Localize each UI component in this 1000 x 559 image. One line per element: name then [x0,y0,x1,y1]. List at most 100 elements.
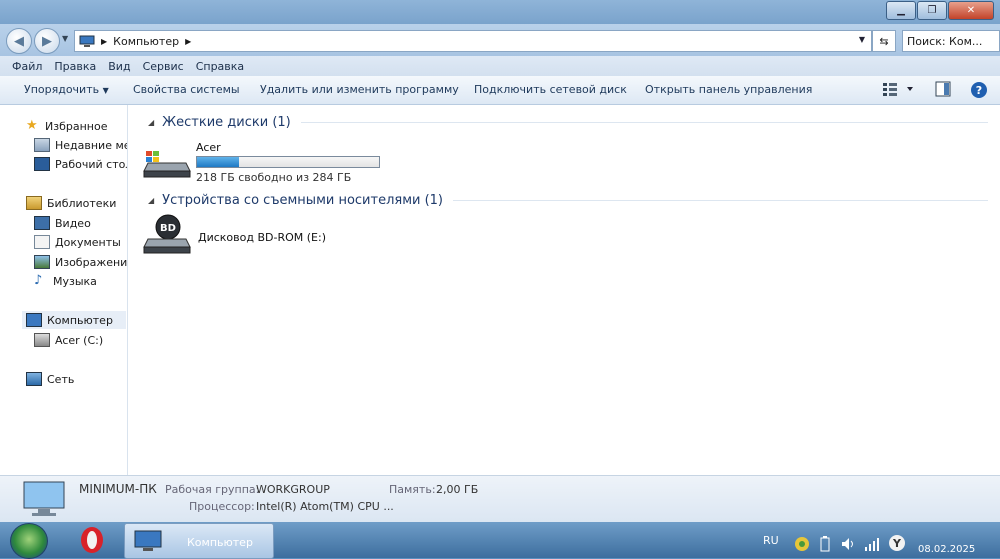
menu-file[interactable]: Файл [12,60,42,73]
sidebar-item-pictures[interactable]: Изображения [34,253,128,271]
address-dropdown-icon[interactable]: ▼ [859,35,865,44]
sidebar-item-music[interactable]: ♪ Музыка [34,272,97,290]
navigation-pane: ★ Избранное Недавние места Рабочий стол … [0,105,128,475]
sidebar-item-computer[interactable]: Компьютер [22,311,126,329]
sidebar-item-desktop[interactable]: Рабочий стол [34,155,128,173]
start-button[interactable] [10,523,48,559]
title-bar[interactable]: ▁ ❐ ✕ [0,0,1000,24]
battery-tray-icon[interactable] [820,536,830,555]
details-pane: MINIMUM-ПК Рабочая группа: WORKGROUP Пам… [0,475,1000,523]
refresh-icon: ⇆ [879,34,889,48]
preview-pane-icon [935,81,951,97]
sidebar-item-video[interactable]: Видео [34,214,91,232]
drive-c-usage-bar [196,156,380,168]
menu-view[interactable]: Вид [108,60,130,73]
sidebar-label: Рабочий стол [55,157,128,171]
memory-label: Память: [389,483,436,496]
collapse-triangle-icon[interactable]: ◢ [148,118,154,127]
language-indicator[interactable]: RU [763,534,779,547]
memory-value: 2,00 ГБ [436,483,479,496]
volume-tray-icon[interactable] [840,536,856,555]
bd-drive-name: Дисковод BD-ROM (E:) [198,231,326,244]
view-list-icon [883,83,913,96]
workgroup-value: WORKGROUP [256,483,330,496]
refresh-button[interactable]: ⇆ [872,30,896,52]
explorer-taskbar-button[interactable]: Компьютер [124,523,274,559]
yandex-browser-icon: Y [889,535,905,551]
opera-icon [81,527,103,553]
window-controls: ▁ ❐ ✕ [885,1,994,20]
explorer-window: ▁ ❐ ✕ ◀ ▶ ▼ ▶ Компьютер ▶ ▼ ⇆ Поиск: Ком… [0,0,1000,523]
uninstall-program-button[interactable]: Удалить или изменить программу [260,83,459,96]
hard-disks-group-header[interactable]: ◢ Жесткие диски (1) [148,115,988,130]
view-options-button[interactable] [882,81,916,100]
drive-c-item[interactable]: Acer (C:) 218 ГБ свободно из 284 ГБ [142,141,380,184]
system-properties-button[interactable]: Свойства системы [133,83,240,96]
open-control-panel-button[interactable]: Открыть панель управления [645,83,812,96]
removable-group-header[interactable]: ◢ Устройства со съемными носителями (1) [148,193,988,208]
breadcrumb-computer[interactable]: Компьютер [113,35,179,48]
breadcrumb-separator-icon[interactable]: ▶ [101,37,107,46]
maximize-button[interactable]: ❐ [917,1,947,20]
forward-button[interactable]: ▶ [34,28,60,54]
address-bar[interactable]: ▶ Компьютер ▶ ▼ [74,30,872,52]
group-divider [453,200,988,201]
group-title: Жесткие диски (1) [162,115,291,130]
sidebar-label: Компьютер [47,313,113,327]
cpu-label: Процессор: [189,500,255,513]
menu-help[interactable]: Справка [196,60,244,73]
clock-date[interactable]: 08.02.2025 [918,544,975,555]
yandex-tray-icon[interactable]: Y [888,534,906,555]
computer-icon [134,530,162,551]
map-network-drive-button[interactable]: Подключить сетевой диск [474,83,627,96]
sidebar-label: Acer (C:) [55,333,104,347]
organize-button[interactable]: Упорядочить ▼ [24,83,109,96]
signal-bars-icon [865,538,879,551]
sidebar-label: Библиотеки [47,196,117,210]
collapse-triangle-icon[interactable]: ◢ [148,196,154,205]
sidebar-label: Сеть [47,372,75,386]
menu-tools[interactable]: Сервис [143,60,184,73]
usage-bar-fill [197,157,239,167]
search-input[interactable]: Поиск: Ком... [902,30,1000,52]
network-tray-icon[interactable] [864,536,880,555]
bd-rom-drive-icon: BD [143,214,191,254]
computer-large-icon [23,481,65,516]
svg-text:?: ? [976,84,982,97]
menu-edit[interactable]: Правка [54,60,96,73]
sidebar-label: Избранное [45,119,108,133]
close-button[interactable]: ✕ [948,1,994,20]
sidebar-item-libraries[interactable]: Библиотеки [26,194,116,212]
libraries-icon [26,196,42,210]
documents-icon [34,235,50,249]
computer-name: MINIMUM-ПК [79,482,157,496]
sidebar-label: Видео [55,216,91,230]
back-arrow-icon: ◀ [14,33,24,49]
pictures-icon [34,255,50,269]
windows-drive-icon [143,151,191,178]
help-button[interactable]: ? [970,81,988,102]
sidebar-label: Недавние места [55,138,127,152]
content-pane: ◢ Жесткие диски (1) Acer (C:) 218 ГБ сво… [128,105,1000,475]
sidebar-label: Документы [55,235,121,249]
opera-taskbar-button[interactable] [72,524,112,556]
menu-bar: Файл Правка Вид Сервис Справка [0,56,1000,76]
sidebar-item-favorites[interactable]: ★ Избранное [26,117,107,135]
minimize-button[interactable]: ▁ [886,1,916,20]
sidebar-label: Изображения [55,255,128,269]
sidebar-item-drive-c[interactable]: Acer (C:) [34,331,103,349]
sidebar-item-documents[interactable]: Документы [34,233,121,251]
sidebar-item-network[interactable]: Сеть [26,370,74,388]
back-button[interactable]: ◀ [6,28,32,54]
speaker-icon [842,538,853,550]
update-tray-icon[interactable] [794,536,810,555]
breadcrumb-chevron-icon[interactable]: ▶ [185,37,191,46]
chevron-down-icon: ▼ [102,86,109,95]
recent-pages-dropdown-icon[interactable]: ▼ [62,34,68,43]
hard-drive-icon [34,333,50,347]
sidebar-item-recent[interactable]: Недавние места [34,136,127,154]
bd-drive-item[interactable]: BD Дисковод BD-ROM (E:) [142,213,326,260]
preview-pane-button[interactable] [935,81,951,100]
star-icon: ★ [26,118,38,133]
organize-label: Упорядочить [24,83,100,96]
